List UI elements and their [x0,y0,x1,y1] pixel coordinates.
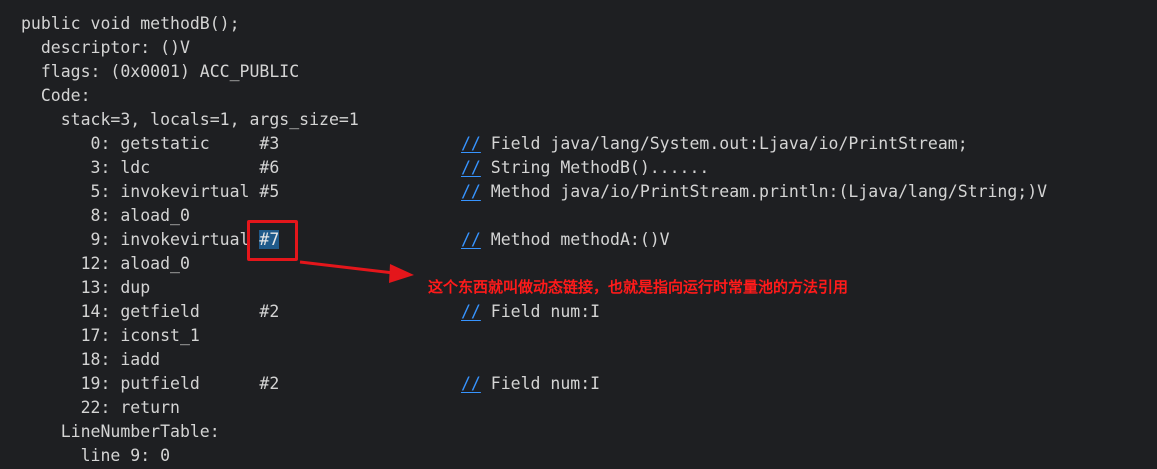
annotation-arrow-icon [299,260,414,283]
annotation-text: 这个东西就叫做动态链接，也就是指向运行时常量池的方法引用 [428,278,849,296]
